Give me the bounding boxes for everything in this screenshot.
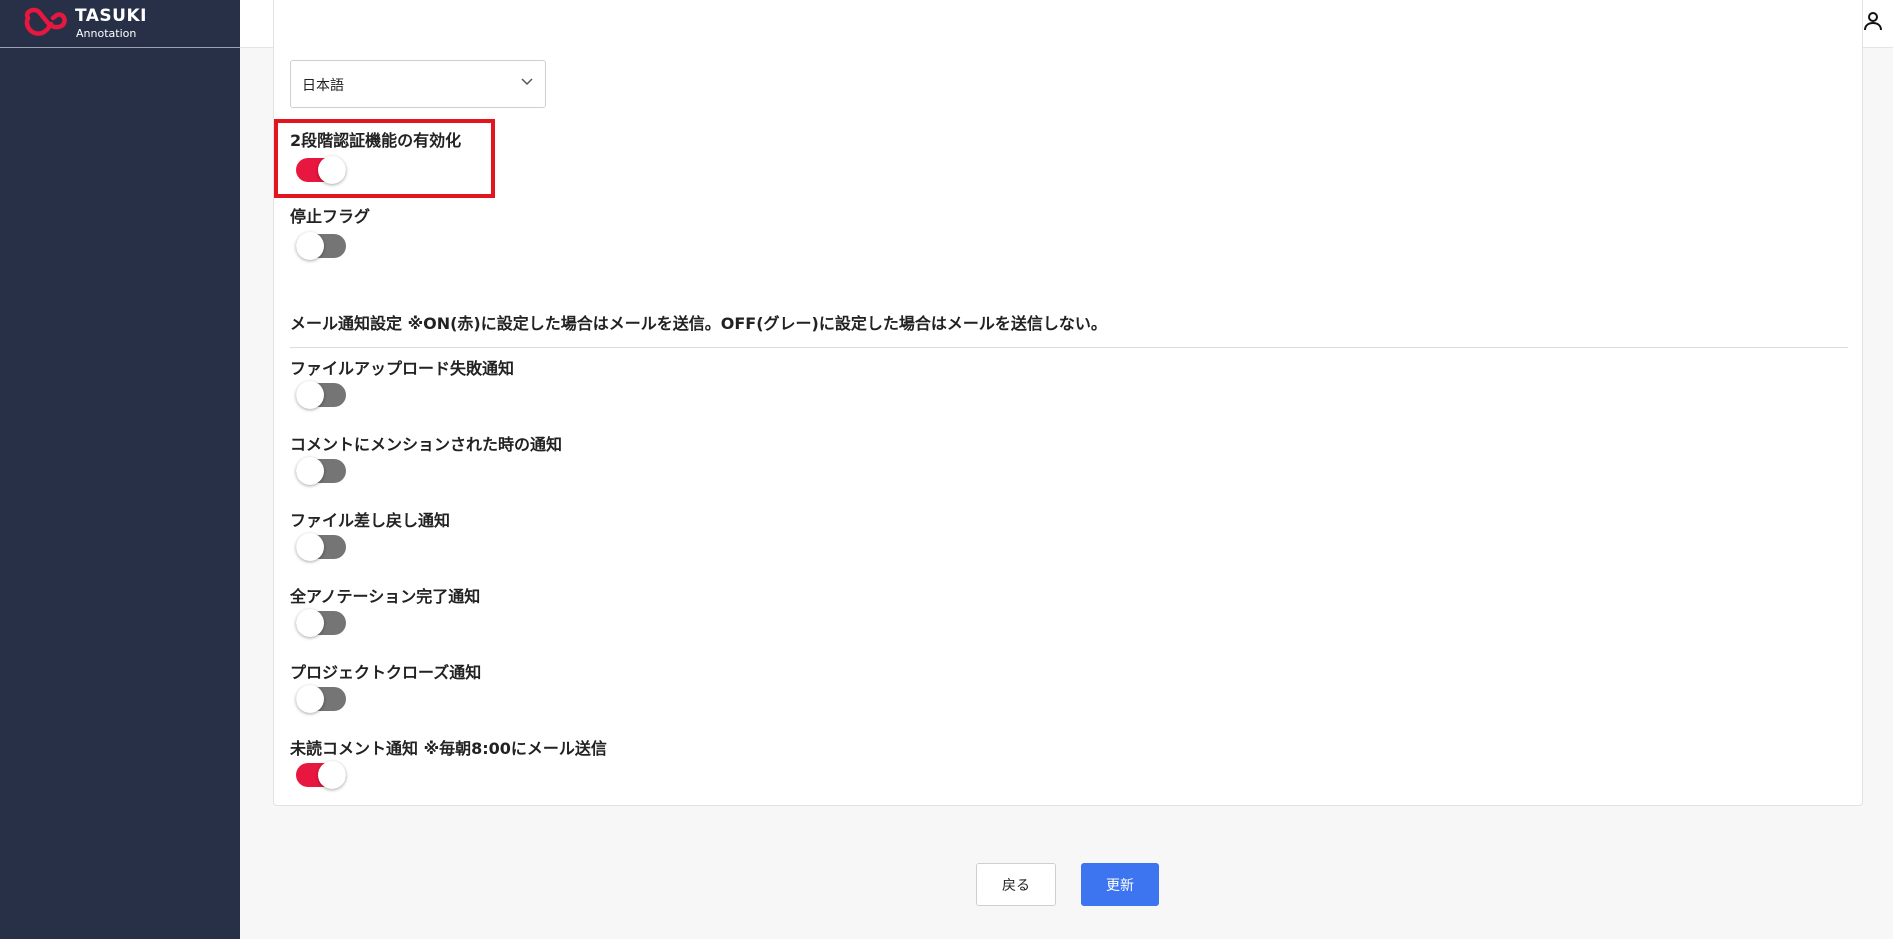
notification-label-unread-comment: 未読コメント通知 ※毎朝8:00にメール送信 (290, 739, 607, 758)
brand-subtitle: Annotation (76, 27, 137, 40)
notification-toggle-project-close[interactable] (296, 685, 346, 713)
notification-label-file-return: ファイル差し戻し通知 (290, 511, 451, 530)
toggle-knob (296, 533, 324, 561)
notification-toggle-unread-comment[interactable] (296, 761, 346, 789)
toggle-knob (318, 761, 346, 789)
language-select-value: 日本語 (302, 78, 344, 94)
two-factor-label: 2段階認証機能の有効化 (290, 131, 462, 150)
toggle-knob (296, 609, 324, 637)
two-factor-toggle[interactable] (296, 156, 346, 184)
suspend-flag-toggle[interactable] (296, 232, 346, 260)
toggle-knob (296, 685, 324, 713)
notification-label-annotation-complete: 全アノテーション完了通知 (290, 587, 481, 606)
brand-logo[interactable]: TASUKI Annotation (0, 0, 240, 48)
notification-label-project-close: プロジェクトクローズ通知 (290, 663, 482, 682)
tasuki-logo-icon (24, 7, 67, 36)
toggle-knob (318, 156, 346, 184)
toggle-knob (296, 232, 324, 260)
notification-toggle-annotation-complete[interactable] (296, 609, 346, 637)
toggle-knob (296, 381, 324, 409)
notification-toggle-file-return[interactable] (296, 533, 346, 561)
sidebar: TASUKI Annotation (0, 0, 240, 939)
language-select[interactable]: 日本語 (290, 60, 546, 108)
brand-name: TASUKI (75, 6, 147, 26)
user-icon[interactable] (1861, 9, 1885, 33)
suspend-flag-label: 停止フラグ (290, 207, 371, 226)
notification-toggle-upload-failure[interactable] (296, 381, 346, 409)
section-divider (290, 347, 1848, 348)
notification-toggle-mention[interactable] (296, 457, 346, 485)
chevron-down-icon (521, 78, 533, 86)
mail-notification-section-title: メール通知設定 ※ON(赤)に設定した場合はメールを送信。OFF(グレー)に設定… (290, 314, 1107, 333)
notification-label-upload-failure: ファイルアップロード失敗通知 (290, 359, 515, 378)
settings-card: 日本語 2段階認証機能の有効化 停止フラグ メール通知設定 ※ON(赤)に設定し… (273, 0, 1863, 806)
back-button[interactable]: 戻る (976, 863, 1056, 906)
toggle-knob (296, 457, 324, 485)
update-button[interactable]: 更新 (1081, 863, 1159, 906)
notification-label-mention: コメントにメンションされた時の通知 (290, 435, 563, 454)
